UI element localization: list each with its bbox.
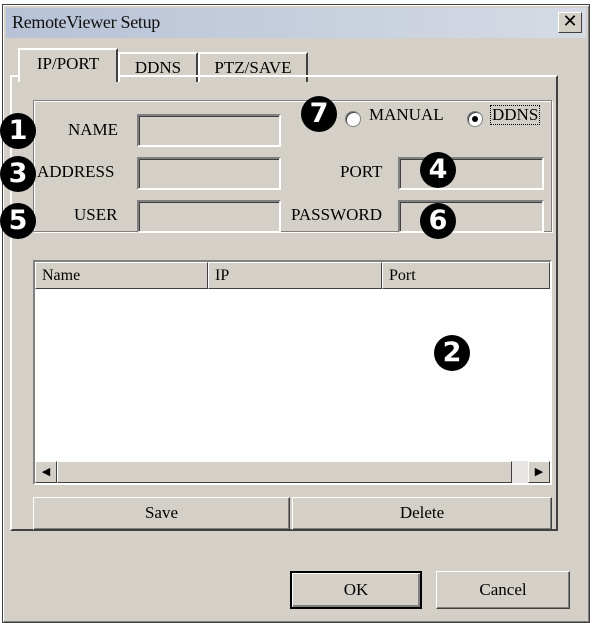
name-label: NAME xyxy=(68,120,119,139)
callout-3: 3 xyxy=(0,156,36,192)
ok-button[interactable]: OK xyxy=(290,571,422,609)
radio-manual[interactable] xyxy=(345,111,361,127)
column-header-name[interactable]: Name xyxy=(35,262,208,289)
radio-ddns-label: DDNS xyxy=(490,105,541,125)
arrow-right-icon: ▶ xyxy=(534,465,544,478)
radio-manual-label: MANUAL xyxy=(369,105,444,124)
user-field[interactable] xyxy=(137,200,281,233)
callout-7: 7 xyxy=(301,96,337,132)
address-label: ADDRESS xyxy=(37,162,115,181)
title-bar[interactable]: RemoteViewer Setup ✕ xyxy=(6,8,586,38)
scroll-left-button[interactable]: ◀ xyxy=(35,461,57,483)
password-label: PASSWORD xyxy=(291,205,383,224)
close-button[interactable]: ✕ xyxy=(558,12,582,33)
callout-1: 1 xyxy=(0,113,36,149)
callout-5: 5 xyxy=(0,203,36,239)
callout-6: 6 xyxy=(420,203,456,239)
delete-button[interactable]: Delete xyxy=(292,497,552,530)
column-header-port[interactable]: Port xyxy=(382,262,550,289)
scroll-right-button[interactable]: ▶ xyxy=(528,461,550,483)
tab-ip-port[interactable]: IP/PORT xyxy=(18,48,118,82)
save-label: Save xyxy=(144,503,179,522)
delete-label: Delete xyxy=(399,503,445,522)
column-header-ip[interactable]: IP xyxy=(208,262,382,289)
save-button[interactable]: Save xyxy=(33,497,290,530)
arrow-left-icon: ◀ xyxy=(41,465,51,478)
cancel-button[interactable]: Cancel xyxy=(436,571,570,609)
ok-label: OK xyxy=(343,580,369,599)
user-label: USER xyxy=(74,205,118,224)
callout-2: 2 xyxy=(434,335,470,371)
cancel-label: Cancel xyxy=(479,580,527,599)
callout-4: 4 xyxy=(420,152,456,188)
window-title: RemoteViewer Setup xyxy=(12,12,160,32)
close-icon: ✕ xyxy=(562,11,578,32)
tab-label: IP/PORT xyxy=(36,54,100,73)
port-label: PORT xyxy=(340,162,383,181)
name-field[interactable] xyxy=(137,114,281,147)
address-field[interactable] xyxy=(137,157,281,190)
horizontal-scrollbar[interactable]: ◀ ▶ xyxy=(35,461,550,483)
connection-list[interactable]: Name IP Port ◀ ▶ xyxy=(33,260,552,485)
radio-ddns[interactable] xyxy=(467,111,483,127)
scroll-thumb[interactable] xyxy=(57,461,512,483)
radio-selected-dot xyxy=(472,116,478,122)
